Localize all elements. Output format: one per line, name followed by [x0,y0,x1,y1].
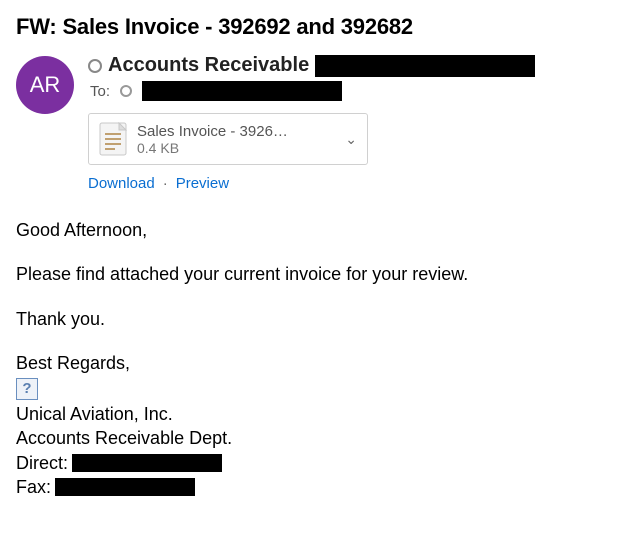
attachment-size: 0.4 KB [137,140,335,156]
avatar: AR [16,56,74,114]
body-thanks: Thank you. [16,307,623,331]
attachment-card[interactable]: Sales Invoice - 3926… 0.4 KB ⌄ [88,113,368,165]
signature-dept: Accounts Receivable Dept. [16,426,623,450]
attachment-actions: Download · Preview [88,175,623,192]
presence-icon [88,59,102,73]
signature-company: Unical Aviation, Inc. [16,402,623,426]
separator-dot: · [163,175,168,192]
signature-fax-label: Fax: [16,475,51,499]
to-line: To: [90,81,623,101]
email-body: Good Afternoon, Please find attached you… [16,218,623,499]
to-address-redacted [142,81,342,101]
avatar-initials: AR [30,72,61,98]
signature-direct-label: Direct: [16,451,68,475]
from-name: Accounts Receivable [108,54,309,77]
attachment-name: Sales Invoice - 3926… [137,123,335,140]
file-icon [99,122,127,156]
signature-block: Best Regards, ? Unical Aviation, Inc. Ac… [16,351,623,499]
body-regards: Best Regards, [16,351,623,375]
to-label: To: [90,83,110,100]
download-link[interactable]: Download [88,175,155,192]
from-address-redacted [315,55,535,77]
email-subject: FW: Sales Invoice - 392692 and 392682 [16,14,623,40]
body-line: Please find attached your current invoic… [16,262,623,286]
preview-link[interactable]: Preview [176,175,229,192]
signature-fax-redacted [55,478,195,496]
chevron-down-icon[interactable]: ⌄ [345,131,357,148]
from-line: Accounts Receivable [88,54,623,77]
body-greeting: Good Afternoon, [16,218,623,242]
broken-image-icon: ? [16,378,38,400]
signature-direct-redacted [72,454,222,472]
presence-icon [120,85,132,97]
email-header: AR Accounts Receivable To: [16,54,623,192]
